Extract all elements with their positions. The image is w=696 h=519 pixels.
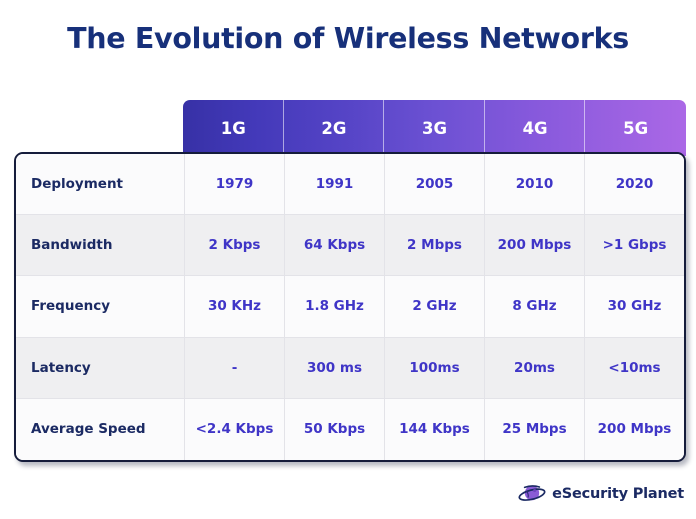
infographic-page: The Evolution of Wireless Networks 1G 2G…: [0, 0, 696, 519]
cell-frequency-1g: 30 KHz: [185, 276, 285, 337]
column-header-2g: 2G: [284, 100, 385, 156]
cell-average-speed-1g: <2.4 Kbps: [185, 398, 285, 460]
cell-average-speed-3g: 144 Kbps: [385, 398, 485, 460]
cell-average-speed-4g: 25 Mbps: [485, 398, 585, 460]
column-header-1g: 1G: [183, 100, 284, 156]
cell-deployment-1g: 1979: [185, 154, 285, 215]
column-header-3g: 3G: [384, 100, 485, 156]
cell-average-speed-5g: 200 Mbps: [597, 421, 672, 438]
table-row: Bandwidth 2 Kbps 64 Kbps 2 Mbps 200 Mbps…: [16, 215, 684, 277]
cell-frequency-2g: 1.8 GHz: [285, 276, 385, 337]
cell-latency-3g: 100ms: [385, 337, 485, 398]
logo-text: eSecurity Planet: [552, 486, 684, 502]
row-label-latency: Latency: [16, 337, 185, 398]
cell-frequency-5g: 30 GHz: [607, 298, 662, 315]
cell-bandwidth-1g: 2 Kbps: [185, 215, 285, 276]
row-label-bandwidth: Bandwidth: [16, 215, 185, 276]
cell-latency-2g: 300 ms: [285, 337, 385, 398]
cell-frequency-4g: 8 GHz: [485, 276, 585, 337]
table-row: Average Speed <2.4 Kbps 50 Kbps 144 Kbps…: [16, 398, 684, 460]
column-header-5g: 5G: [623, 118, 649, 138]
cell-latency-5g: <10ms: [608, 359, 661, 376]
cell-deployment-2g: 1991: [285, 154, 385, 215]
cell-deployment-3g: 2005: [385, 154, 485, 215]
cell-latency-1g: -: [185, 337, 285, 398]
planet-icon: [517, 482, 547, 506]
table-row: Latency - 300 ms 100ms 20ms <10ms: [16, 337, 684, 399]
row-label-average-speed: Average Speed: [16, 398, 185, 460]
comparison-table: Deployment 1979 1991 2005 2010 2020 Band…: [14, 152, 686, 462]
brand-logo: eSecurity Planet: [517, 481, 684, 507]
column-header-4g: 4G: [485, 100, 586, 156]
cell-bandwidth-3g: 2 Mbps: [385, 215, 485, 276]
cell-average-speed-2g: 50 Kbps: [285, 398, 385, 460]
cell-latency-4g: 20ms: [485, 337, 585, 398]
table-row: Frequency 30 KHz 1.8 GHz 2 GHz 8 GHz 30 …: [16, 276, 684, 338]
table-header-row: 1G 2G 3G 4G 5G: [183, 100, 686, 156]
cell-frequency-3g: 2 GHz: [385, 276, 485, 337]
page-title: The Evolution of Wireless Networks: [67, 22, 629, 55]
row-label-deployment: Deployment: [16, 154, 185, 215]
cell-deployment-4g: 2010: [485, 154, 585, 215]
cell-bandwidth-4g: 200 Mbps: [485, 215, 585, 276]
cell-bandwidth-5g: >1 Gbps: [602, 237, 667, 254]
cell-bandwidth-2g: 64 Kbps: [285, 215, 385, 276]
row-label-frequency: Frequency: [16, 276, 185, 337]
cell-deployment-5g: 2020: [615, 176, 654, 193]
table-row: Deployment 1979 1991 2005 2010 2020: [16, 154, 684, 216]
